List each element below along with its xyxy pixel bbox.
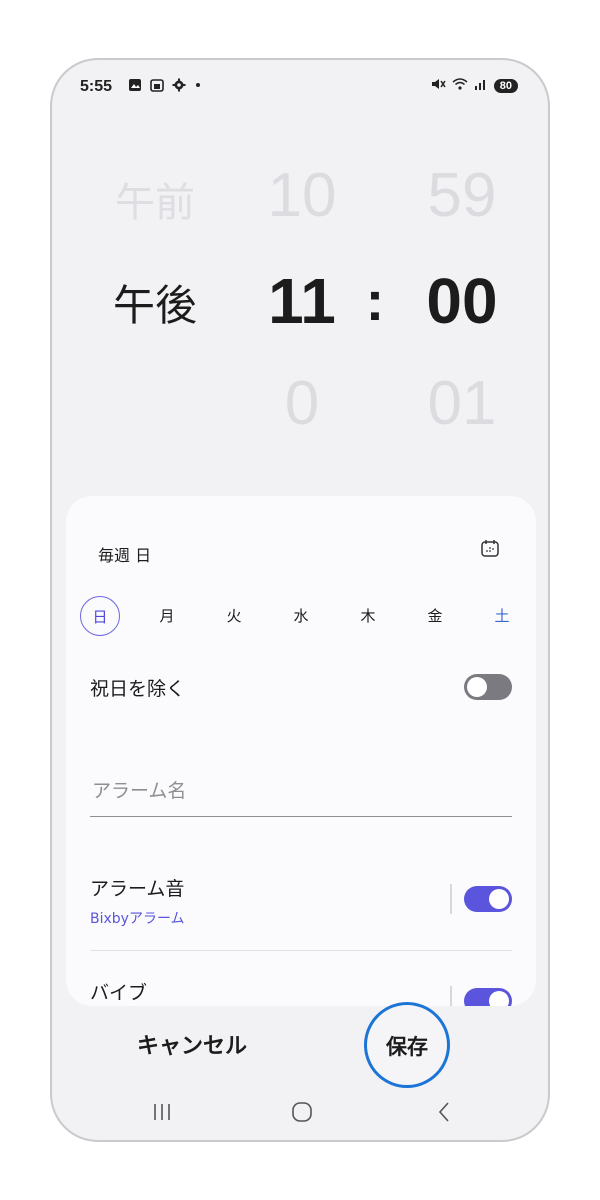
day-mon[interactable]: 月 <box>147 596 187 636</box>
divider <box>450 986 452 1006</box>
vibration-label[interactable]: バイブ <box>90 978 147 1005</box>
status-bar: 5:55 80 <box>52 60 548 116</box>
signal-icon <box>474 77 488 95</box>
status-time: 5:55 <box>80 78 113 95</box>
time-separator: : <box>365 269 385 332</box>
weekday-selector: 日 月 火 水 木 金 土 <box>80 596 526 636</box>
calendar-icon <box>150 78 164 96</box>
recents-button[interactable] <box>132 1092 192 1132</box>
alarm-name-placeholder: アラーム名 <box>92 780 187 802</box>
day-sat[interactable]: 土 <box>482 596 522 636</box>
wifi-icon <box>452 77 468 95</box>
save-button[interactable]: 保存 <box>364 1002 450 1088</box>
toggle-knob <box>489 991 509 1006</box>
gear-icon <box>172 78 186 96</box>
alarm-name-field[interactable]: アラーム名 <box>90 766 512 817</box>
hour-next[interactable]: 0 <box>252 368 352 439</box>
phone-frame: 5:55 80 午前 午後 10 11 0: 59 00 01 毎週 日 日 … <box>50 58 550 1142</box>
back-button[interactable] <box>414 1092 474 1132</box>
day-thu[interactable]: 木 <box>348 596 388 636</box>
time-picker[interactable]: 午前 午後 10 11 0 : 59 00 01 <box>52 140 548 480</box>
alarm-sound-label[interactable]: アラーム音 <box>90 874 184 901</box>
action-bar: キャンセル 保存 <box>52 1002 548 1088</box>
status-left-icons <box>128 78 202 96</box>
calendar-picker-icon[interactable] <box>480 538 500 558</box>
alarm-sound-toggle[interactable] <box>464 886 512 912</box>
holiday-toggle[interactable] <box>464 674 512 700</box>
vibration-toggle[interactable] <box>464 988 512 1006</box>
ampm-selected[interactable]: 午後 <box>110 272 200 333</box>
home-button[interactable] <box>272 1092 332 1132</box>
status-right-icons: 80 <box>430 77 518 95</box>
day-wed[interactable]: 水 <box>281 596 321 636</box>
row-divider <box>90 950 512 951</box>
gallery-icon <box>128 78 142 96</box>
toggle-knob <box>467 677 487 697</box>
minute-selected[interactable]: 00 <box>412 264 512 338</box>
save-label: 保存 <box>386 1035 428 1059</box>
day-sun[interactable]: 日 <box>80 596 120 636</box>
repeat-summary: 毎週 日 <box>98 546 152 565</box>
alarm-settings-card: 毎週 日 日 月 火 水 木 金 土 祝日を除く アラーム名 アラーム音 Bix… <box>66 496 536 1006</box>
mute-icon <box>430 77 446 95</box>
alarm-sound-value[interactable]: Bixbyアラーム <box>90 908 185 928</box>
holiday-label: 祝日を除く <box>90 678 186 700</box>
day-fri[interactable]: 金 <box>415 596 455 636</box>
minute-prev[interactable]: 59 <box>412 160 512 231</box>
minute-next[interactable]: 01 <box>412 368 512 439</box>
toggle-knob <box>489 889 509 909</box>
ampm-prev[interactable]: 午前 <box>110 170 200 228</box>
hour-selected[interactable]: 11 <box>252 264 352 338</box>
day-tue[interactable]: 火 <box>214 596 254 636</box>
hour-prev[interactable]: 10 <box>252 160 352 231</box>
battery-indicator: 80 <box>493 79 518 93</box>
divider <box>450 884 452 914</box>
navigation-bar <box>52 1086 548 1140</box>
cancel-button[interactable]: キャンセル <box>122 1028 262 1060</box>
dot-icon <box>194 78 202 96</box>
